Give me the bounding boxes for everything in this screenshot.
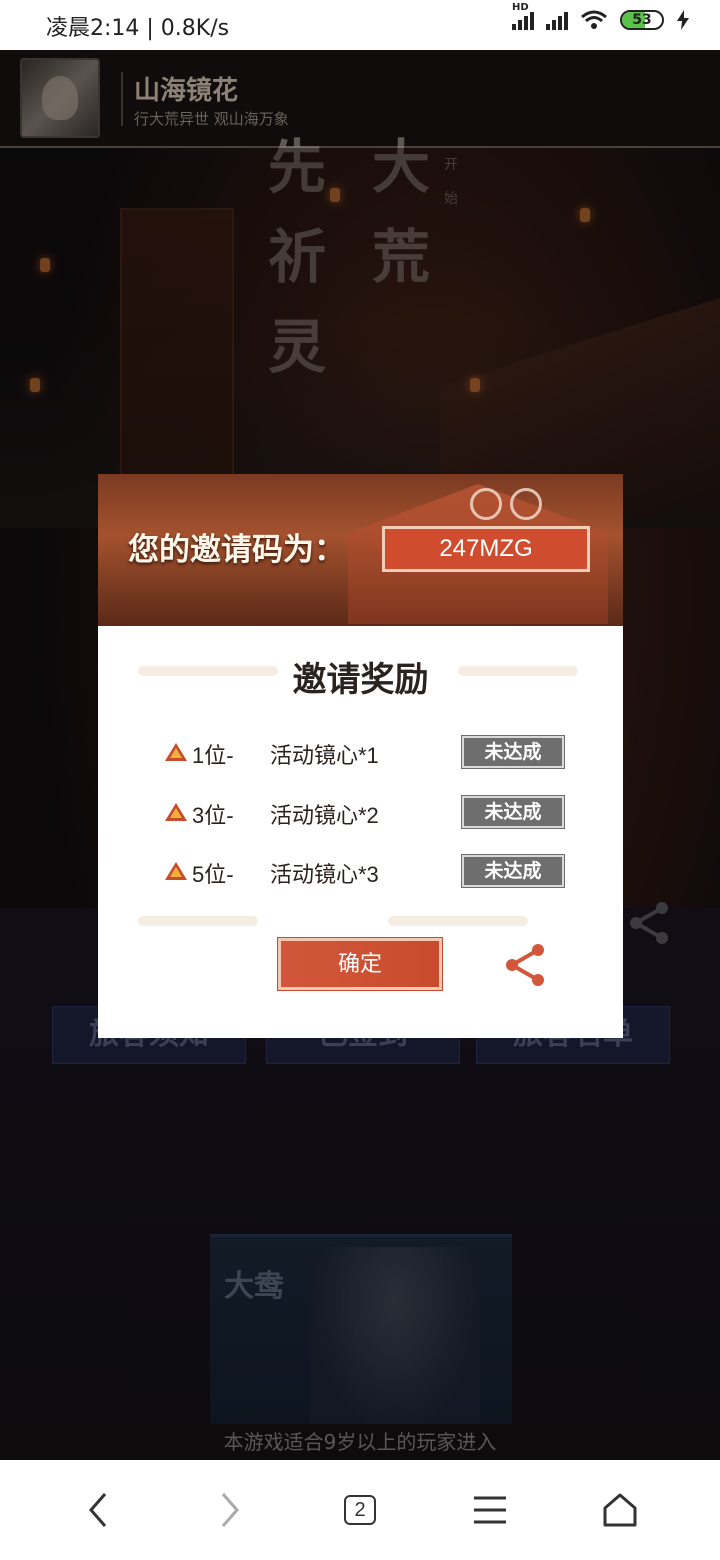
reward-rank: 3位- [192, 803, 234, 828]
forward-button[interactable] [202, 1482, 258, 1538]
invite-code-label: 您的邀请码为： [128, 532, 345, 568]
reward-rank: 5位- [192, 862, 234, 887]
charging-icon [677, 10, 689, 30]
page-title: 山海镜花 [134, 76, 239, 106]
menu-icon [474, 1496, 506, 1524]
mountain-icon [165, 862, 187, 880]
page-subtitle: 行大荒异世 观山海万象 [134, 110, 289, 128]
header-divider [121, 72, 123, 126]
browser-nav-bar: 2 [0, 1460, 720, 1560]
signal-hd-icon: HD [512, 2, 534, 30]
status-time: 凌晨2:14 | 0.8K/s [46, 16, 230, 41]
status-icons: HD 53 [512, 2, 690, 30]
mountain-icon [165, 743, 187, 761]
tabs-button[interactable]: 2 [332, 1482, 388, 1538]
status-badge: 未达成 [461, 735, 565, 769]
cloud-decoration [138, 916, 258, 926]
share-icon[interactable] [502, 942, 548, 988]
confirm-button[interactable]: 确定 [277, 937, 443, 991]
status-badge: 未达成 [461, 795, 565, 829]
cloud-decoration [388, 916, 528, 926]
back-icon [89, 1493, 107, 1527]
mountain-icon [165, 803, 187, 821]
battery-icon: 53 [620, 10, 664, 30]
modal-header: 您的邀请码为： 247MZG [98, 474, 623, 626]
wifi-icon [581, 10, 607, 29]
reward-rank: 1位- [192, 743, 234, 768]
reward-row: 1位- 活动镜心*1 未达成 [98, 735, 623, 770]
modal-body: 邀请奖励 1位- 活动镜心*1 未达成 3位- 活动镜心*2 未达成 5位- 活… [98, 626, 623, 1038]
signal-icon [546, 10, 568, 30]
reward-item: 活动镜心*1 [270, 743, 379, 768]
forward-icon [221, 1493, 239, 1527]
reward-row: 5位- 活动镜心*3 未达成 [98, 854, 623, 889]
emblem-icon [470, 488, 502, 520]
emblem-icon [510, 488, 542, 520]
status-badge: 未达成 [461, 854, 565, 888]
page-header: 山海镜花 行大荒异世 观山海万象 [0, 50, 720, 148]
invite-modal: 您的邀请码为： 247MZG 邀请奖励 1位- 活动镜心*1 未达成 3位- 活… [98, 474, 623, 1038]
menu-button[interactable] [462, 1482, 518, 1538]
home-button[interactable] [592, 1482, 648, 1538]
status-bar: 凌晨2:14 | 0.8K/s HD 53 [0, 0, 720, 50]
reward-item: 活动镜心*3 [270, 862, 379, 887]
modal-title: 邀请奖励 [292, 660, 429, 700]
back-button[interactable] [70, 1482, 126, 1538]
avatar[interactable] [20, 58, 100, 138]
tabs-icon: 2 [344, 1495, 376, 1525]
home-icon [603, 1493, 637, 1527]
hd-label: HD [512, 2, 529, 13]
reward-item: 活动镜心*2 [270, 803, 379, 828]
battery-level: 53 [632, 12, 652, 28]
reward-row: 3位- 活动镜心*2 未达成 [98, 795, 623, 830]
invite-code-value[interactable]: 247MZG [382, 526, 590, 572]
